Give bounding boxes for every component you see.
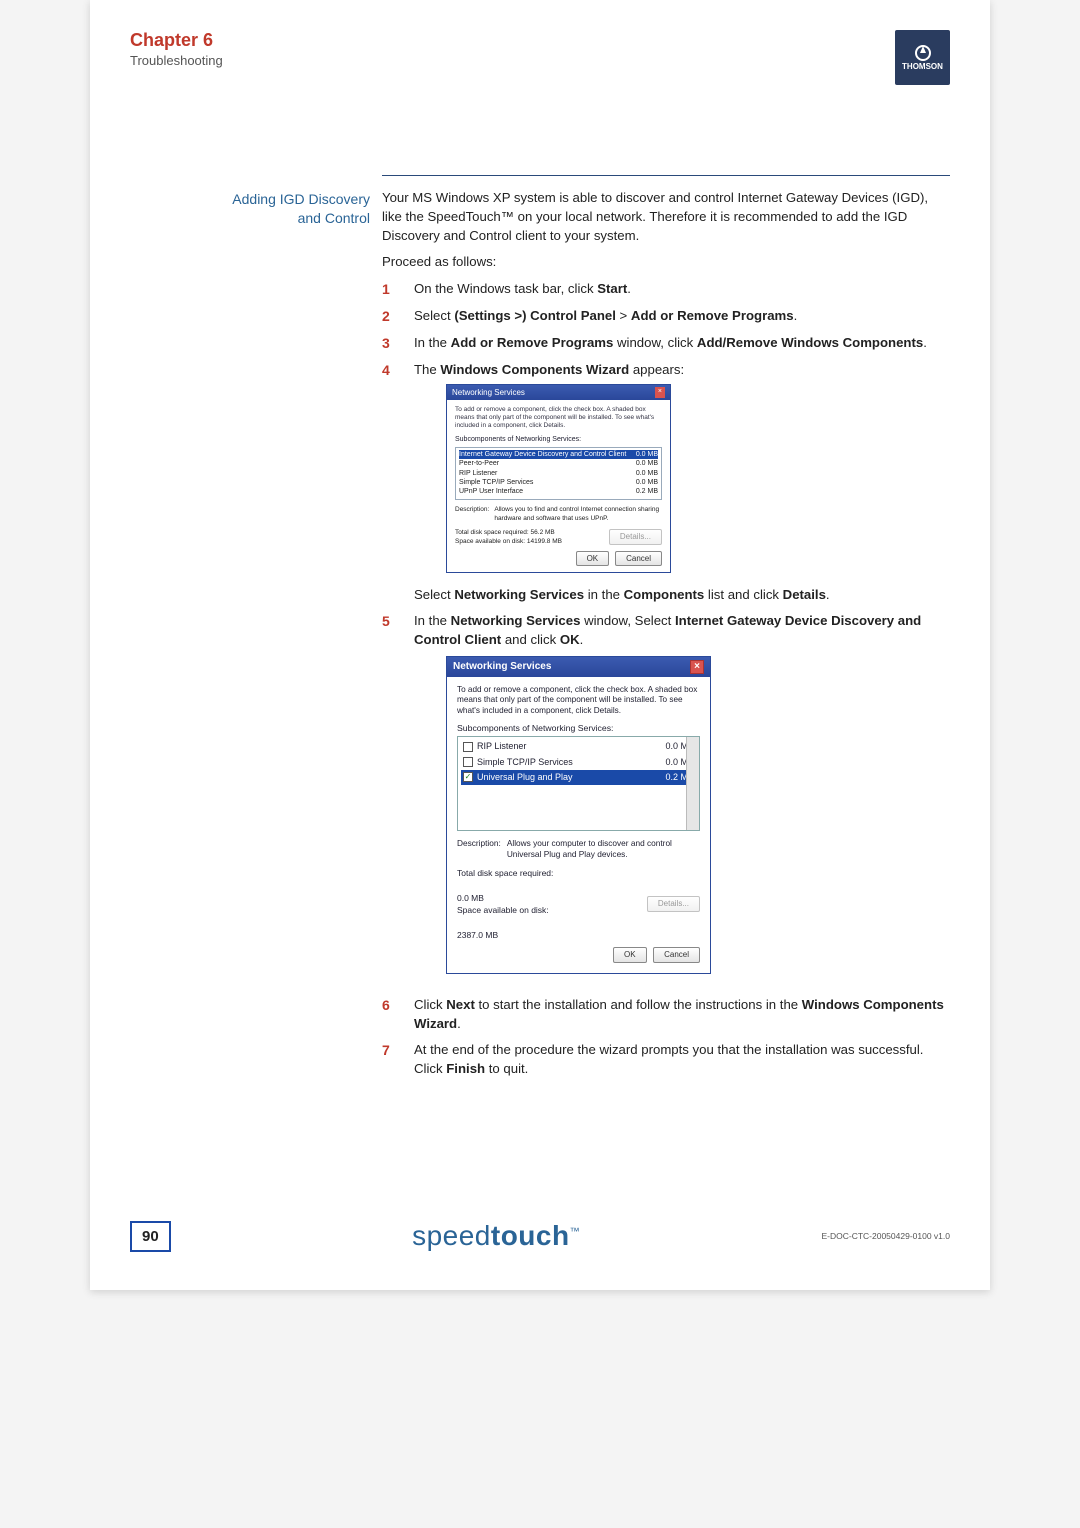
- page-number: 90: [130, 1221, 171, 1252]
- dialog-title: Networking Services: [452, 387, 525, 399]
- step-number: 7: [382, 1040, 396, 1060]
- section-heading-l2: and Control: [298, 210, 370, 226]
- networking-services-dialog: Networking Services × To add or remove a…: [446, 656, 711, 974]
- disk-stats: Total disk space required: 0.0 MB Space …: [457, 867, 700, 941]
- list-item[interactable]: RIP Listener 0.0 MB: [461, 739, 696, 754]
- close-icon[interactable]: ×: [690, 660, 704, 674]
- document-page: Chapter 6 Troubleshooting THOMSON Adding…: [90, 0, 990, 1290]
- footer: 90 speedtouch™ E-DOC-CTC-20050429-0100 v…: [130, 1220, 950, 1252]
- intro-text: Your MS Windows XP system is able to dis…: [382, 188, 950, 245]
- step-number: 2: [382, 306, 396, 326]
- step-text: Select (Settings >) Control Panel > Add …: [414, 306, 950, 325]
- step-number: 6: [382, 995, 396, 1015]
- step-text: The Windows Components Wizard appears: N…: [414, 360, 950, 604]
- ok-button[interactable]: OK: [613, 947, 647, 963]
- steps-list: 1 On the Windows task bar, click Start. …: [382, 279, 950, 1079]
- close-icon[interactable]: ×: [655, 387, 665, 399]
- speedtouch-logo: speedtouch™: [412, 1220, 580, 1252]
- list-item[interactable]: Simple TCP/IP Services0.0 MB: [459, 478, 658, 487]
- ok-button[interactable]: OK: [576, 551, 610, 567]
- dialog-instructions: To add or remove a component, click the …: [457, 685, 700, 716]
- subcomponents-list[interactable]: RIP Listener 0.0 MB Simple TCP/IP Servic…: [457, 736, 700, 831]
- step-text: In the Networking Services window, Selec…: [414, 611, 950, 987]
- checkbox-icon[interactable]: [463, 757, 473, 767]
- description-row: Description: Allows your computer to dis…: [457, 838, 700, 859]
- step-7: 7 At the end of the procedure the wizard…: [382, 1040, 950, 1078]
- details-button: Details...: [647, 896, 700, 912]
- step-text: Click Next to start the installation and…: [414, 995, 950, 1033]
- step-number: 4: [382, 360, 396, 380]
- cancel-button[interactable]: Cancel: [653, 947, 700, 963]
- description-label: Description:: [457, 838, 501, 859]
- list-item[interactable]: RIP Listener0.0 MB: [459, 469, 658, 478]
- step-number: 3: [382, 333, 396, 353]
- section-body: Your MS Windows XP system is able to dis…: [382, 188, 950, 1085]
- step-number: 1: [382, 279, 396, 299]
- scrollbar[interactable]: [686, 737, 699, 830]
- thomson-logo-text: THOMSON: [902, 62, 943, 71]
- list-item[interactable]: Internet Gateway Device Discovery and Co…: [459, 450, 658, 459]
- step-6: 6 Click Next to start the installation a…: [382, 995, 950, 1033]
- details-button[interactable]: Details...: [609, 529, 662, 545]
- dialog-body: To add or remove a component, click the …: [447, 400, 670, 572]
- cancel-button[interactable]: Cancel: [615, 551, 662, 567]
- doc-reference: E-DOC-CTC-20050429-0100 v1.0: [821, 1231, 950, 1241]
- components-list[interactable]: Internet Gateway Device Discovery and Co…: [455, 447, 662, 500]
- step-4: 4 The Windows Components Wizard appears:…: [382, 360, 950, 604]
- section-heading: Adding IGD Discovery and Control: [200, 188, 370, 228]
- dialog-titlebar: Networking Services ×: [447, 385, 670, 401]
- list-item-selected[interactable]: Universal Plug and Play 0.2 MB: [461, 770, 696, 785]
- step-2: 2 Select (Settings >) Control Panel > Ad…: [382, 306, 950, 326]
- description-row: Description: Allows you to find and cont…: [455, 505, 662, 524]
- checkbox-icon[interactable]: [463, 772, 473, 782]
- step-number: 5: [382, 611, 396, 631]
- subcomponents-label: Subcomponents of Networking Services:: [455, 435, 662, 445]
- dialog-body: To add or remove a component, click the …: [447, 677, 710, 973]
- step-3: 3 In the Add or Remove Programs window, …: [382, 333, 950, 353]
- step-5: 5 In the Networking Services window, Sel…: [382, 611, 950, 987]
- chapter-block: Chapter 6 Troubleshooting: [130, 30, 223, 68]
- subcomponents-label: Subcomponents of Networking Services:: [457, 722, 700, 735]
- chapter-title: Chapter 6: [130, 30, 223, 51]
- chapter-subtitle: Troubleshooting: [130, 53, 223, 68]
- header: Chapter 6 Troubleshooting THOMSON: [130, 30, 950, 85]
- checkbox-icon[interactable]: [463, 742, 473, 752]
- windows-components-dialog: Networking Services × To add or remove a…: [446, 384, 671, 574]
- section-heading-l1: Adding IGD Discovery: [232, 191, 370, 207]
- thomson-logo-icon: [914, 44, 932, 62]
- dialog-instructions: To add or remove a component, click the …: [455, 406, 662, 429]
- list-item[interactable]: UPnP User Interface0.2 MB: [459, 487, 658, 496]
- disk-stats: Total disk space required: 56.2 MB Space…: [455, 528, 562, 547]
- thomson-logo: THOMSON: [895, 30, 950, 85]
- list-item[interactable]: Simple TCP/IP Services 0.0 MB: [461, 755, 696, 770]
- proceed-text: Proceed as follows:: [382, 252, 950, 271]
- step-text: On the Windows task bar, click Start.: [414, 279, 950, 298]
- section-divider: [382, 175, 950, 176]
- dialog-titlebar: Networking Services ×: [447, 657, 710, 678]
- content: Adding IGD Discovery and Control Your MS…: [130, 175, 950, 1085]
- step-1: 1 On the Windows task bar, click Start.: [382, 279, 950, 299]
- step-text: In the Add or Remove Programs window, cl…: [414, 333, 950, 352]
- description-text: Allows your computer to discover and con…: [507, 838, 700, 859]
- dialog-title: Networking Services: [453, 660, 551, 675]
- list-item[interactable]: Peer-to-Peer0.0 MB: [459, 459, 658, 468]
- step-text: At the end of the procedure the wizard p…: [414, 1040, 950, 1078]
- section: Adding IGD Discovery and Control Your MS…: [200, 188, 950, 1085]
